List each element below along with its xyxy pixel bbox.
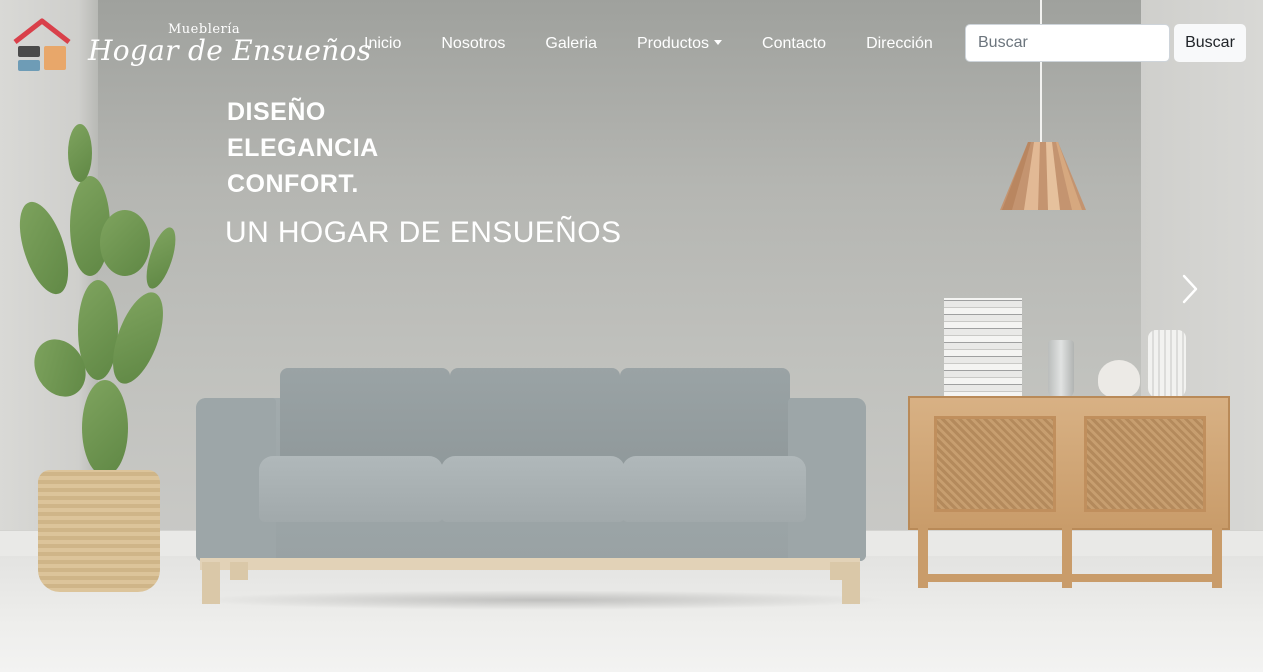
caret-down-icon	[714, 40, 723, 45]
glass-vase	[1048, 340, 1074, 398]
nav-link-direccion[interactable]: Dirección	[846, 35, 953, 53]
nav-link-galeria[interactable]: Galeria	[525, 35, 617, 53]
brand-name: Hogar de Ensueños	[88, 34, 372, 67]
hero-headline: UN HOGAR DE ENSUEÑOS	[225, 216, 622, 249]
nav-dropdown-label: Productos	[636, 35, 710, 52]
nav-dropdown-productos[interactable]: Productos	[617, 35, 742, 53]
hero-line-1: DISEÑO	[227, 98, 326, 126]
chevron-right-icon	[1182, 274, 1198, 304]
succulent-pot	[1098, 360, 1140, 398]
ribbed-vase	[1148, 330, 1186, 398]
wicker-basket	[38, 470, 160, 592]
brand-logo-link[interactable]: Mueblería Hogar de Ensueños	[10, 12, 371, 76]
nav-link-inicio[interactable]: Inicio	[344, 35, 421, 53]
sideboard-rail	[918, 574, 1222, 582]
nav-link-contacto[interactable]: Contacto	[742, 35, 846, 53]
search-button[interactable]: Buscar	[1174, 24, 1246, 62]
hero-line-3: CONFORT.	[227, 170, 359, 198]
navbar: Mueblería Hogar de Ensueños Inicio Nosot…	[0, 0, 1263, 88]
search-input[interactable]	[965, 24, 1170, 62]
hero-caption: DISEÑO ELEGANCIA CONFORT.	[227, 94, 379, 202]
sideboard	[908, 396, 1230, 530]
hero-background-image	[0, 0, 1263, 672]
house-logo-icon	[13, 18, 71, 71]
pendant-lamp	[1000, 142, 1086, 210]
hero-line-2: ELEGANCIA	[227, 134, 379, 162]
stacked-books	[944, 298, 1022, 398]
nav-menu: Inicio Nosotros Galeria Productos Contac…	[344, 32, 953, 56]
nav-link-nosotros[interactable]: Nosotros	[421, 35, 525, 53]
sofa-shadow	[190, 590, 890, 610]
carousel-next-button[interactable]	[1172, 266, 1208, 312]
